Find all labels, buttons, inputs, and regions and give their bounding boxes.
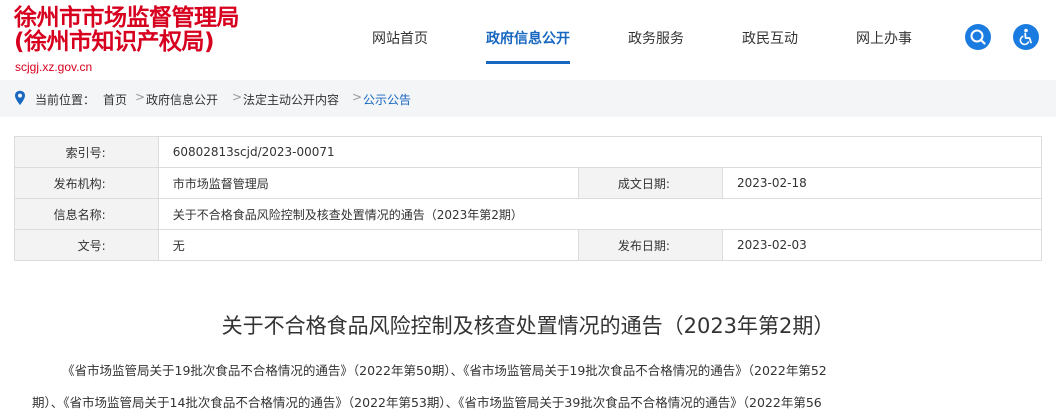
pub-date-label: 发布日期:	[578, 229, 723, 261]
site-logo-subtitle[interactable]: (徐州市知识产权局)	[14, 30, 215, 54]
breadcrumb-current[interactable]: 公示公告	[363, 91, 411, 108]
nav-item-home[interactable]: 网站首页	[372, 28, 428, 64]
site-logo-title[interactable]: 徐州市市场监督管理局	[14, 6, 240, 30]
article-paragraph-line: 期）、《省市场监管局关于14批次食品不合格情况的通告》（2022年第53期）、《…	[32, 395, 822, 410]
accessibility-button[interactable]	[1013, 24, 1039, 50]
wheelchair-icon	[1019, 28, 1032, 46]
table-row: 索引号: 60802813scjd/2023-00071	[14, 136, 1043, 168]
pub-date-value: 2023-02-03	[721, 229, 1043, 261]
breadcrumb-separator: >	[232, 90, 243, 104]
name-label: 信息名称:	[14, 198, 159, 230]
made-date-label: 成文日期:	[578, 167, 723, 199]
table-row: 发布机构: 市市场监督管理局 成文日期: 2023-02-18	[14, 167, 1043, 199]
name-value: 关于不合格食品风险控制及核查处置情况的通告（2023年第2期）	[157, 198, 1043, 230]
breadcrumb-separator: >	[352, 90, 363, 104]
doc-no-value: 无	[157, 229, 580, 261]
org-value: 市市场监督管理局	[157, 167, 580, 199]
breadcrumb: 当前位置： 首页 > 政府信息公开 > 法定主动公开内容 > 公示公告	[0, 80, 1056, 117]
article-paragraph-line: 《省市场监管局关于19批次食品不合格情况的通告》（2022年第50期）、《省市场…	[62, 363, 827, 378]
breadcrumb-home[interactable]: 首页	[103, 91, 127, 108]
breadcrumb-prefix: 当前位置：	[35, 93, 96, 107]
breadcrumb-separator: >	[135, 90, 146, 104]
table-row: 文号: 无 发布日期: 2023-02-03	[14, 229, 1043, 261]
nav-item-interaction[interactable]: 政民互动	[742, 28, 798, 64]
search-icon	[970, 29, 986, 45]
made-date-value: 2023-02-18	[721, 167, 1043, 199]
table-row: 信息名称: 关于不合格食品风险控制及核查处置情况的通告（2023年第2期）	[14, 198, 1043, 230]
breadcrumb-statutory[interactable]: 法定主动公开内容	[243, 91, 339, 108]
index-value: 60802813scjd/2023-00071	[157, 136, 1043, 168]
breadcrumb-gov-info[interactable]: 政府信息公开	[146, 91, 218, 108]
info-table: 索引号: 60802813scjd/2023-00071 发布机构: 市市场监督…	[14, 136, 1043, 261]
site-header: 徐州市市场监督管理局 (徐州市知识产权局) scjgj.xz.gov.cn 网站…	[0, 0, 1056, 80]
nav-item-services[interactable]: 政务服务	[628, 28, 684, 64]
nav-item-online[interactable]: 网上办事	[856, 28, 912, 64]
article-title: 关于不合格食品风险控制及核查处置情况的通告（2023年第2期）	[221, 314, 835, 338]
doc-no-label: 文号:	[14, 229, 159, 261]
search-button[interactable]	[965, 24, 991, 50]
index-label: 索引号:	[14, 136, 159, 168]
location-pin-icon	[15, 90, 25, 105]
site-url: scjgj.xz.gov.cn	[15, 60, 93, 74]
org-label: 发布机构:	[14, 167, 159, 199]
nav-item-gov-info[interactable]: 政府信息公开	[486, 28, 570, 64]
